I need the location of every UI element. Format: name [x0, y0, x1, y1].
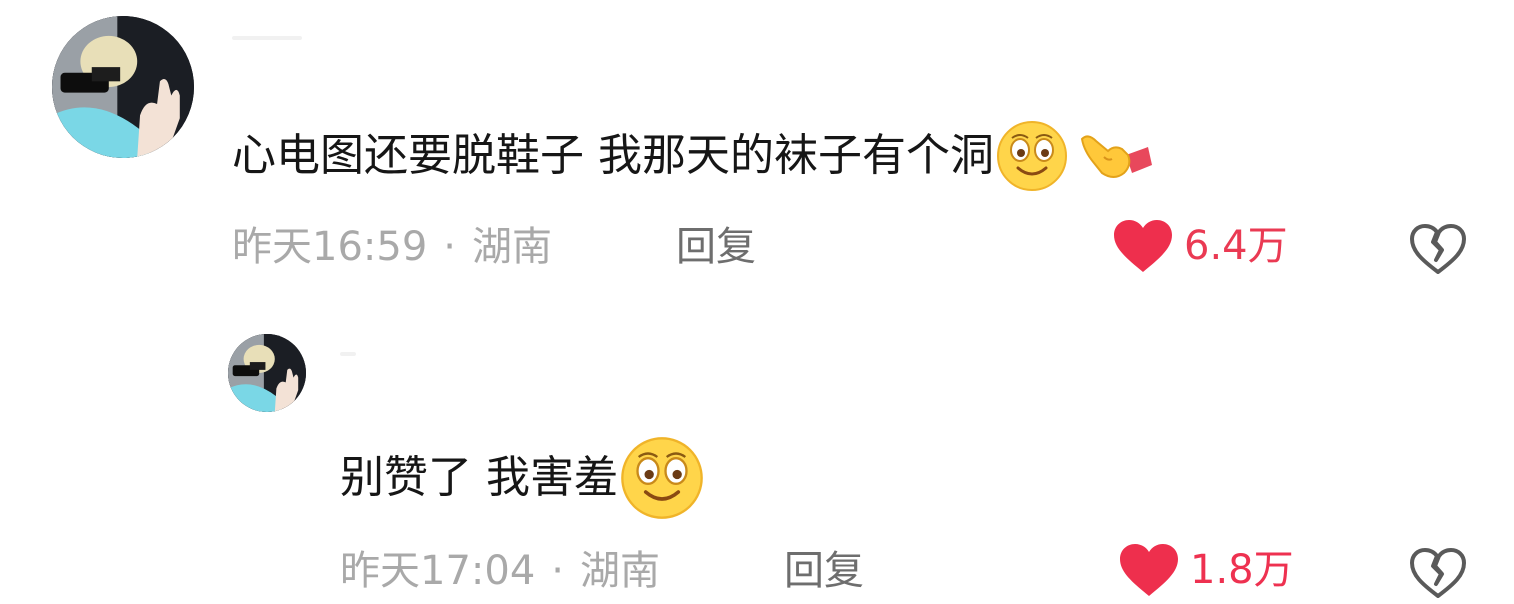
reply-body: 别赞了 我害羞 — [340, 452, 618, 503]
like-button[interactable]: 6.4万 — [1112, 218, 1288, 274]
reply-commenter-avatar[interactable] — [228, 334, 306, 412]
commenter-avatar[interactable] — [52, 16, 194, 158]
avatar-image — [52, 16, 194, 158]
broken-heart-icon — [1410, 548, 1466, 598]
like-button[interactable]: 1.8万 — [1118, 542, 1294, 598]
heart-icon — [1114, 220, 1172, 272]
dislike-button[interactable] — [1408, 546, 1468, 604]
reply-time: 昨天17:04 — [340, 548, 536, 594]
reply-location: 湖南 — [580, 548, 660, 594]
like-count: 1.8万 — [1190, 547, 1294, 593]
broken-heart-icon — [1410, 224, 1466, 274]
reply-text: 别赞了 我害羞 — [340, 436, 704, 520]
smiling-emoji-icon — [996, 120, 1068, 192]
pointing-hand-emoji-icon — [1074, 121, 1154, 191]
comment-body: 心电图还要脱鞋子 我那天的袜子有个洞 — [232, 130, 994, 181]
meta-separator: · — [443, 224, 456, 270]
comment-location: 湖南 — [472, 224, 552, 270]
username-placeholder — [340, 352, 356, 356]
meta-separator: · — [551, 548, 564, 594]
heart-icon — [1120, 544, 1178, 596]
comment-meta: 昨天16:59 · 湖南 — [232, 222, 552, 272]
reply-button[interactable]: 回复 — [676, 222, 756, 272]
reply-meta: 昨天17:04 · 湖南 — [340, 546, 660, 596]
reply-button[interactable]: 回复 — [784, 546, 864, 596]
like-count: 6.4万 — [1184, 223, 1288, 269]
smiling-emoji-icon — [620, 436, 704, 520]
comment-time: 昨天16:59 — [232, 224, 428, 270]
comment-text: 心电图还要脱鞋子 我那天的袜子有个洞 — [232, 120, 1154, 192]
dislike-button[interactable] — [1408, 222, 1468, 280]
username-placeholder — [232, 36, 302, 40]
avatar-image — [228, 334, 306, 412]
